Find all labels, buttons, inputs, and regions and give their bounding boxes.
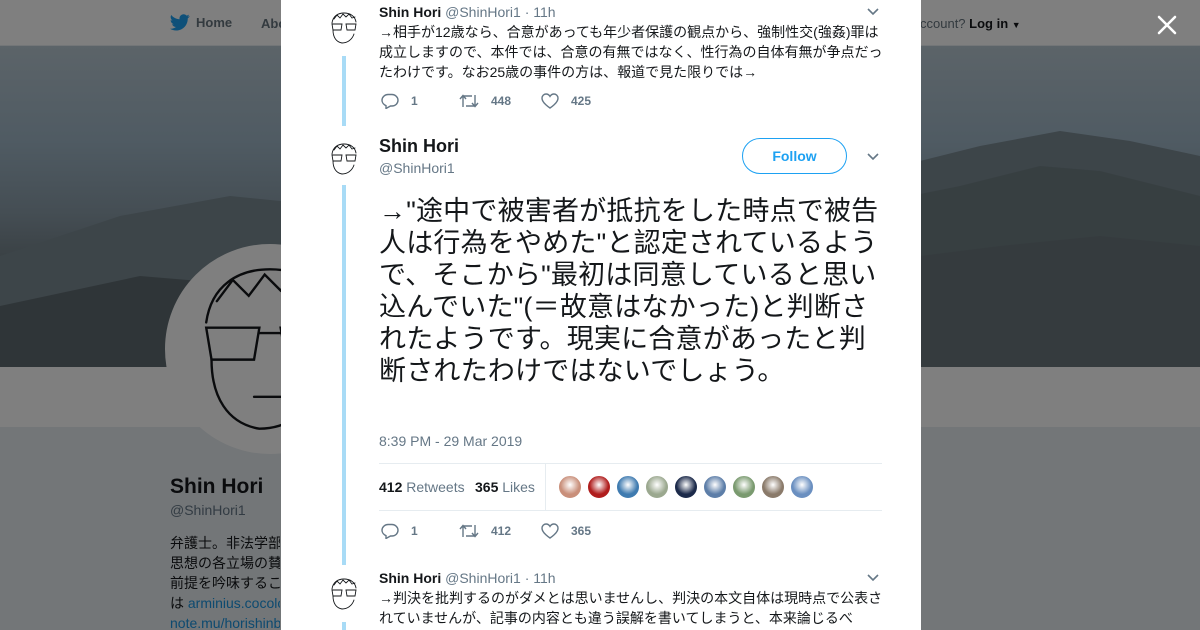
liker-avatar[interactable]	[616, 475, 640, 499]
retweet-button[interactable]: 448	[459, 93, 541, 109]
like-stat-label: Likes	[502, 479, 535, 495]
tweet-stats: 412 Retweets 365 Likes	[379, 463, 882, 511]
tweet-permalink-modal: Shin Hori @ShinHori1 · 11h →相手が12歳なら、合意が…	[281, 0, 921, 630]
reply-icon	[381, 93, 399, 109]
sketch-face-avatar	[331, 12, 357, 44]
author-name[interactable]: Shin Hori	[379, 136, 459, 157]
follow-button[interactable]: Follow	[742, 138, 847, 174]
tweet-text: →判決を批判するのがダメとは思いませんし、判決の本文自体は現時点で公表されていま…	[379, 590, 883, 626]
liker-avatar[interactable]	[703, 475, 727, 499]
chevron-down-icon[interactable]	[866, 152, 880, 162]
tweet-timestamp[interactable]: 8:39 PM - 29 Mar 2019	[379, 433, 522, 449]
like-button[interactable]: 425	[541, 93, 591, 109]
chevron-down-icon[interactable]	[866, 7, 880, 17]
retweet-count: 412	[491, 524, 512, 538]
reply-count: 1	[411, 524, 418, 538]
retweets-stat[interactable]: 412 Retweets	[379, 479, 465, 495]
heart-icon	[541, 93, 559, 109]
thread-connector-line	[342, 622, 346, 630]
retweet-count: 448	[491, 94, 512, 108]
liker-avatar[interactable]	[790, 475, 814, 499]
reply-button[interactable]: 1	[381, 93, 459, 109]
sketch-face-avatar	[331, 143, 357, 175]
header-separator: ·	[524, 4, 530, 20]
reply-count: 1	[411, 94, 418, 108]
chevron-down-icon[interactable]	[866, 573, 880, 583]
sketch-face-avatar	[331, 578, 357, 610]
liker-avatar[interactable]	[587, 475, 611, 499]
author-name[interactable]: Shin Hori	[379, 4, 441, 20]
liker-avatar[interactable]	[761, 475, 785, 499]
like-button[interactable]: 365	[541, 523, 591, 539]
avatar[interactable]	[325, 140, 363, 178]
tweet-time[interactable]: 11h	[533, 4, 555, 20]
retweet-icon	[459, 524, 479, 538]
liker-avatars	[558, 475, 814, 499]
divider	[545, 464, 546, 510]
liker-avatar[interactable]	[732, 475, 756, 499]
avatar[interactable]	[325, 575, 363, 613]
reply-icon	[381, 523, 399, 539]
likes-stat[interactable]: 365 Likes	[475, 479, 535, 495]
author-handle[interactable]: @ShinHori1	[379, 160, 455, 176]
close-icon	[1157, 15, 1177, 35]
thread-connector-line	[342, 56, 346, 126]
liker-avatar[interactable]	[558, 475, 582, 499]
thread-connector-line	[342, 185, 346, 565]
retweet-stat-label: Retweets	[406, 479, 465, 495]
header-separator: ·	[524, 570, 530, 586]
liker-avatar[interactable]	[645, 475, 669, 499]
like-total: 365	[475, 479, 499, 495]
tweet-text: →相手が12歳なら、合意があっても年少者保護の観点から、強制性交(強姦)罪は成立…	[379, 24, 883, 80]
like-count: 425	[571, 94, 592, 108]
tweet-header: Shin Hori @ShinHori1 · 11h	[379, 4, 556, 20]
tweet-header: Shin Hori @ShinHori1 · 11h	[379, 570, 556, 586]
retweet-button[interactable]: 412	[459, 523, 541, 539]
author-handle[interactable]: @ShinHori1	[445, 570, 521, 586]
main-tweet-text: →"途中で被害者が抵抗をした時点で被告人は行為をやめた"と認定されているようで、…	[379, 196, 879, 386]
tweet-time[interactable]: 11h	[533, 570, 555, 586]
heart-icon	[541, 523, 559, 539]
retweet-icon	[459, 94, 479, 108]
retweet-total: 412	[379, 479, 403, 495]
reply-button[interactable]: 1	[381, 523, 459, 539]
tweet-actions: 1 412 365	[381, 523, 591, 539]
author-name[interactable]: Shin Hori	[379, 570, 441, 586]
close-button[interactable]	[1152, 10, 1182, 40]
avatar[interactable]	[325, 9, 363, 47]
liker-avatar[interactable]	[674, 475, 698, 499]
tweet-actions: 1 448 425	[381, 93, 591, 109]
like-count: 365	[571, 524, 592, 538]
author-handle[interactable]: @ShinHori1	[445, 4, 521, 20]
